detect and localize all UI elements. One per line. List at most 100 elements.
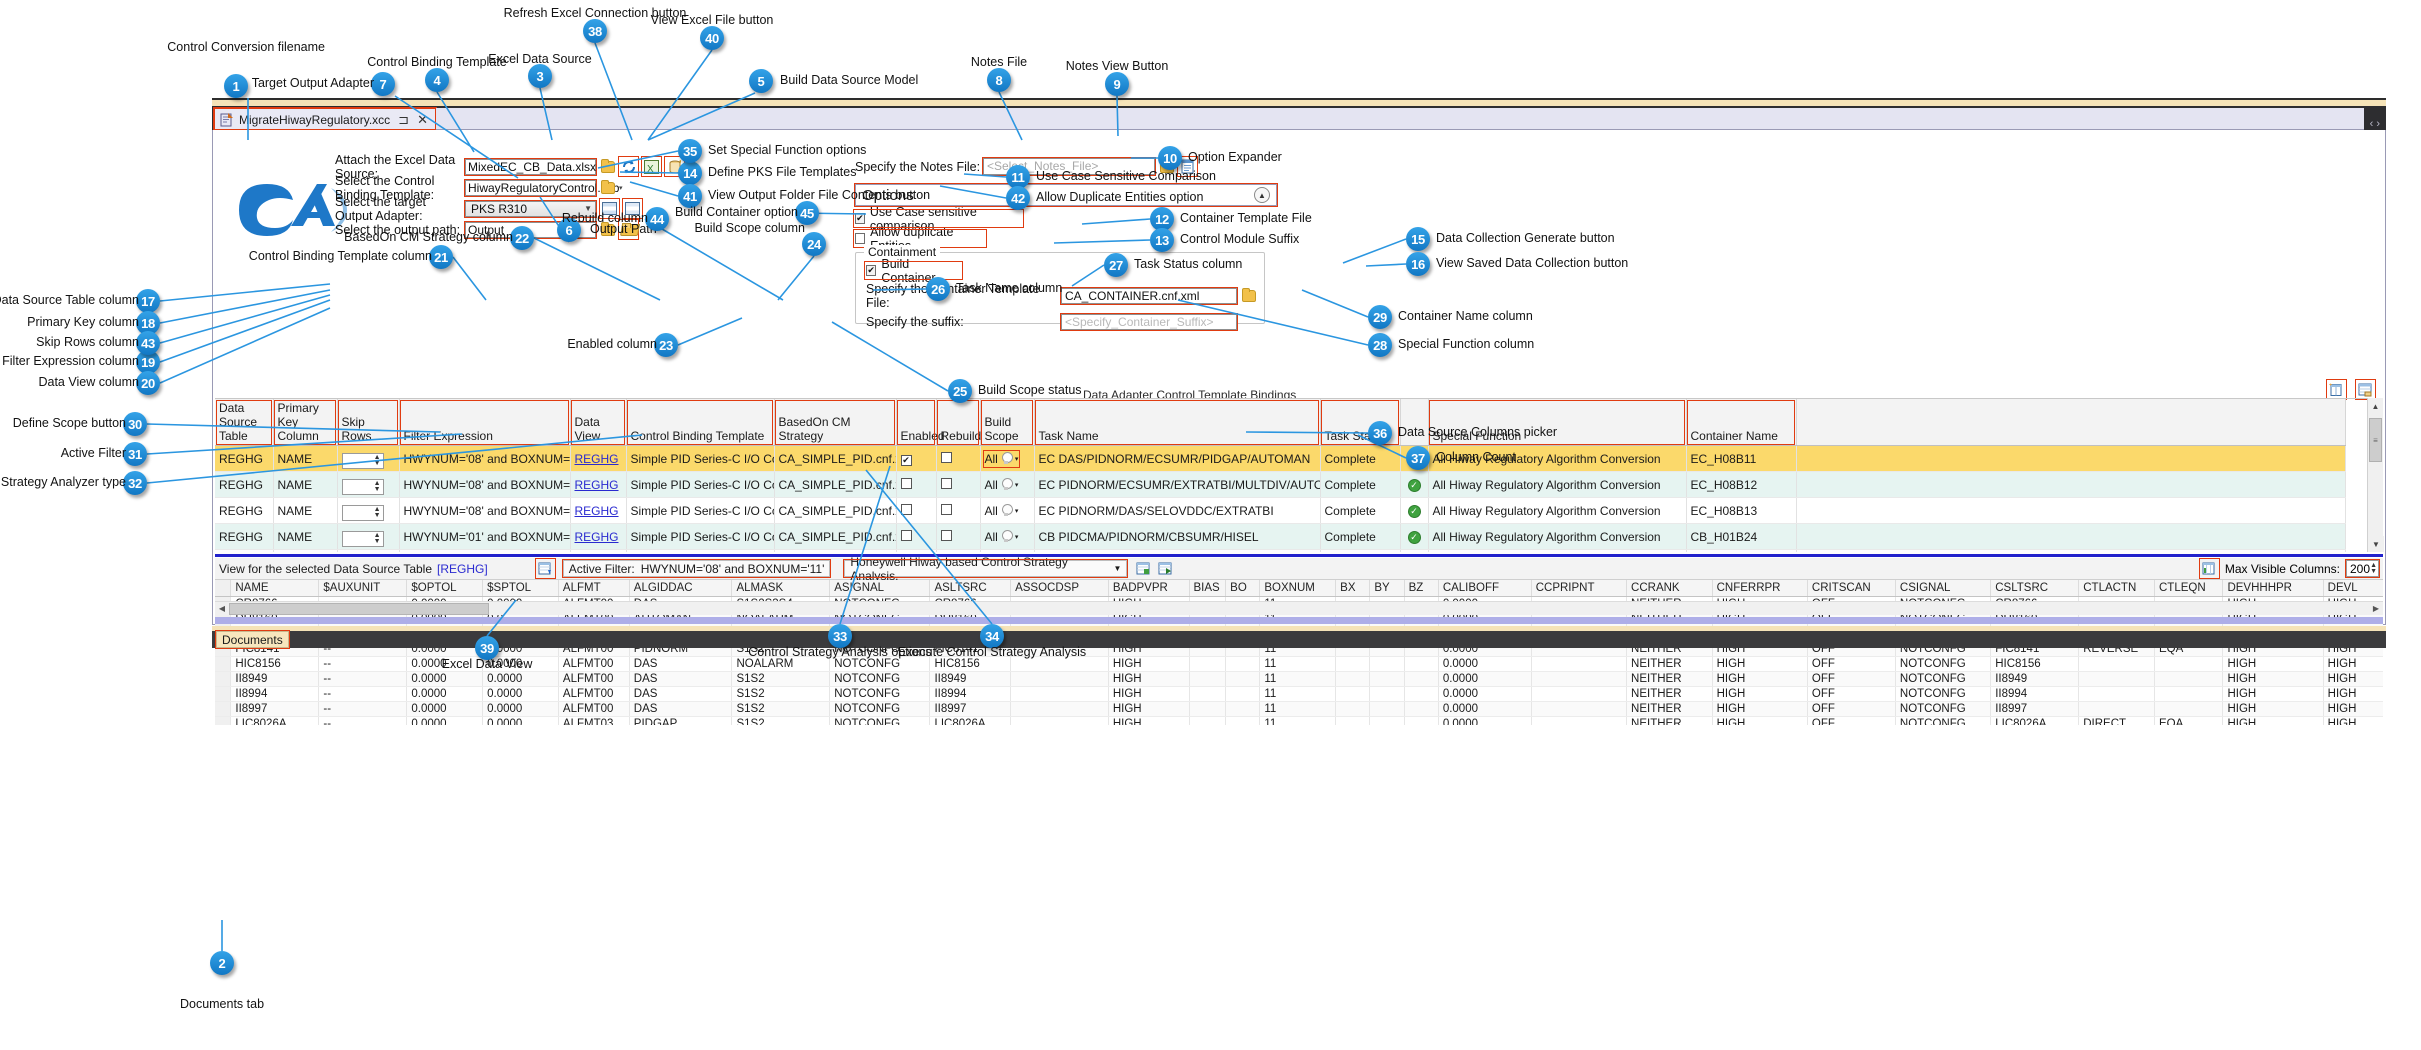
pin-icon[interactable]: ⊐ — [398, 112, 409, 128]
browse-template-folder-icon[interactable] — [601, 179, 615, 194]
define-pks-file-templates-button[interactable] — [622, 198, 643, 219]
col-container-name[interactable]: Container Name — [1686, 399, 1797, 446]
close-icon[interactable]: ✕ — [417, 112, 428, 128]
build-data-source-model-button[interactable] — [664, 156, 685, 177]
bindings-grid[interactable]: Data Source Table Primary Key Column Ski… — [215, 398, 2383, 552]
col-enabled[interactable]: Enabled — [896, 399, 945, 446]
stepper-arrows-icon[interactable]: ▲ ▼ — [374, 506, 381, 519]
allow-duplicate-entities-row[interactable]: Allow duplicate Entities — [853, 225, 987, 253]
binding-skip-rows[interactable]: ▲▼ — [337, 497, 400, 524]
binding-enabled[interactable] — [896, 471, 937, 498]
browse-container-template-folder-icon[interactable] — [1242, 288, 1256, 302]
binding-enabled-checkbox[interactable] — [900, 529, 912, 541]
dataview-col-ccrank[interactable]: CCRANK — [1626, 580, 1713, 597]
dataview-col-optol[interactable]: $OPTOL — [406, 580, 484, 597]
dataview-col-bx[interactable]: BX — [1335, 580, 1371, 597]
dataview-col-ctlactn[interactable]: CTLACTN — [2078, 580, 2155, 597]
option-expander-icon[interactable]: ▲ — [1254, 187, 1270, 203]
bindings-grid-vertical-scrollbar[interactable]: ▲ ≡ ▼ — [2367, 398, 2384, 552]
stepper-arrows-icon[interactable]: ▲ ▼ — [2370, 562, 2377, 575]
hscroll-track[interactable] — [229, 602, 2369, 615]
container-template-input[interactable]: CA_CONTAINER.cnf.xml — [1060, 287, 1238, 305]
execute-control-strategy-analysis-button[interactable] — [1156, 559, 1175, 578]
scroll-down-arrow-icon[interactable]: ▼ — [2368, 536, 2384, 552]
col-build-scope[interactable]: Build Scope — [980, 399, 1035, 446]
binding-data-view[interactable]: REGHG — [570, 523, 627, 550]
excel-data-source-input[interactable]: MixedEC_CB_Data.xlsx — [464, 157, 597, 176]
dataview-col-name[interactable]: NAME — [230, 580, 320, 597]
stepper-arrows-icon[interactable]: ▲ ▼ — [374, 532, 381, 545]
row-selector-cell[interactable] — [215, 656, 232, 672]
binding-build-scope[interactable]: All▾ — [980, 523, 1035, 550]
excel-data-view-horizontal-scrollbar[interactable]: ◀ ▶ — [215, 601, 2383, 615]
binding-rebuild[interactable] — [936, 523, 981, 550]
max-visible-columns-input[interactable]: 200 ▲ ▼ — [2345, 559, 2380, 578]
binding-skip-rows[interactable]: ▲▼ — [337, 445, 400, 472]
dataview-col-csltsrc[interactable]: CSLTSRC — [1990, 580, 2080, 597]
define-scope-button[interactable] — [534, 558, 556, 579]
scroll-left-arrow-icon[interactable]: ◀ — [215, 604, 229, 613]
binding-enabled-checkbox[interactable] — [900, 503, 912, 515]
browse-excel-folder-icon[interactable] — [601, 158, 615, 173]
dataview-col-csignal[interactable]: CSIGNAL — [1895, 580, 1992, 597]
binding-data-view[interactable]: REGHG — [570, 497, 627, 524]
refresh-excel-connection-button[interactable] — [618, 156, 639, 177]
binding-data-view[interactable]: REGHG — [570, 471, 627, 498]
control-binding-template-input[interactable]: HiwayRegulatoryControl.xcb — [464, 178, 619, 197]
col-rebuild[interactable]: Rebuild — [936, 399, 981, 446]
binding-status-icon[interactable]: ✓ — [1400, 523, 1429, 550]
col-filter-expression[interactable]: Filter Expression — [399, 399, 571, 446]
binding-enabled-checkbox[interactable] — [900, 477, 912, 489]
binding-skip-rows[interactable]: ▲▼ — [337, 549, 400, 552]
dataview-col-sptol[interactable]: $SPTOL — [482, 580, 559, 597]
dataview-col-devl[interactable]: DEVL — [2323, 580, 2383, 597]
binding-status-icon[interactable]: ✓ — [1400, 471, 1429, 498]
table-row[interactable]: II8994 -- 0.0000 0.0000 ALFMT00 DAS S1S2 NOTCON… — [215, 686, 2383, 702]
set-special-function-options-button[interactable] — [599, 198, 620, 219]
binding-rebuild[interactable] — [936, 549, 981, 552]
dataview-col-bo[interactable]: BO — [1225, 580, 1261, 597]
stepper-arrows-icon[interactable]: ▲ ▼ — [374, 454, 381, 467]
binding-enabled-checkbox[interactable]: ✔ — [900, 454, 912, 466]
view-excel-file-button[interactable]: X — [641, 156, 662, 177]
col-task-name[interactable]: Task Name — [1034, 399, 1321, 446]
dataview-col-devhhhpr[interactable]: DEVHHHPR — [2222, 580, 2324, 597]
binding-status-icon[interactable]: ✓ — [1400, 549, 1429, 552]
table-row[interactable]: REGHG NAME ▲ ▼ HWYNUM='08' and BOXNUM='13' RE… — [215, 497, 2346, 524]
build-container-row[interactable]: ✔ Build Container — [864, 257, 963, 285]
binding-skip-rows[interactable]: ▲▼ — [337, 523, 400, 550]
row-selector-cell[interactable] — [215, 671, 232, 687]
allow-duplicate-entities-checkbox[interactable] — [855, 233, 866, 244]
document-tab[interactable]: MigrateHiwayRegulatory.xcc ⊐ ✕ — [213, 107, 437, 131]
notes-view-button[interactable] — [1177, 156, 1198, 177]
scroll-up-arrow-icon[interactable]: ▲ — [2368, 398, 2383, 414]
col-control-binding-template[interactable]: Control Binding Template — [626, 399, 775, 446]
table-row[interactable]: REGHG NAME ▲ ▼ HWYNUM='08' and BOXNUM='11' RE… — [215, 445, 2346, 472]
skip-rows-stepper[interactable]: ▲ ▼ — [341, 453, 384, 469]
col-basedon-cm-strategy[interactable]: BasedOn CM Strategy — [774, 399, 897, 446]
row-selector-cell[interactable] — [215, 686, 232, 702]
binding-build-scope[interactable]: All▾ — [980, 445, 1035, 472]
col-data-view[interactable]: Data View — [570, 399, 627, 446]
binding-rebuild[interactable] — [936, 445, 981, 472]
notes-file-input[interactable]: <Select_Notes_File> — [982, 157, 1156, 176]
binding-build-scope[interactable]: All▾ — [980, 471, 1035, 498]
data-view-link[interactable]: REGHG — [575, 504, 619, 518]
data-view-link[interactable]: REGHG — [575, 478, 619, 492]
col-data-source-table[interactable]: Data Source Table — [215, 399, 274, 446]
data-view-link[interactable]: REGHG — [575, 452, 619, 466]
data-view-link[interactable]: REGHG — [575, 530, 619, 544]
view-saved-data-collection-button[interactable] — [2355, 379, 2376, 400]
build-container-checkbox[interactable]: ✔ — [866, 265, 877, 276]
browse-output-folder-icon[interactable] — [601, 221, 615, 236]
data-source-columns-picker-button[interactable] — [2198, 558, 2220, 579]
splitter-bar[interactable] — [215, 554, 2383, 557]
binding-enabled[interactable] — [896, 549, 937, 552]
stepper-arrows-icon[interactable]: ▲ ▼ — [374, 480, 381, 493]
binding-rebuild[interactable] — [936, 497, 981, 524]
output-path-input[interactable]: Output — [464, 220, 597, 239]
dataview-col-almask[interactable]: ALMASK — [731, 580, 831, 597]
dataview-col-caliboff[interactable]: CALIBOFF — [1438, 580, 1532, 597]
binding-enabled[interactable] — [896, 497, 937, 524]
dataview-col-cnferrpr[interactable]: CNFERRPR — [1712, 580, 1808, 597]
